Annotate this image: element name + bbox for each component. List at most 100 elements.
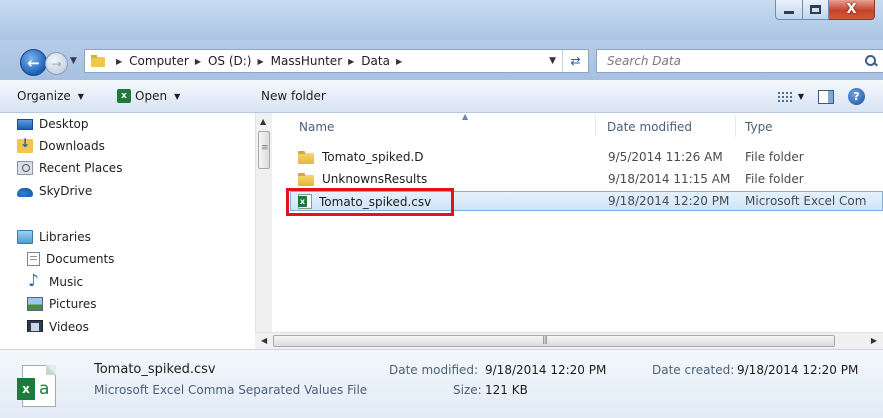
folder-icon [298,172,314,186]
nav-item-desktop[interactable]: Desktop [17,115,89,133]
libraries-icon [17,230,33,244]
file-row[interactable]: Tomato_spiked.D 9/5/2014 11:26 AM File f… [290,147,883,167]
breadcrumb: ▶ Computer ▶ OS (D:) ▶ MassHunter ▶ Data… [110,54,409,68]
details-created-label: Date created: [652,363,735,377]
scrollbar-thumb[interactable] [258,131,270,169]
back-button[interactable]: ← [20,49,47,76]
details-created-value: 9/18/2014 12:20 PM [737,363,859,377]
new-folder-button[interactable]: New folder [261,89,326,103]
forward-arrow-icon: → [51,56,62,71]
details-file-name: Tomato_spiked.csv [94,362,216,377]
excel-file-icon: x a [17,365,56,407]
file-list: Name ▲ Date modified Type Tomato_spiked.… [272,113,883,349]
title-bar: X [0,0,883,40]
forward-button[interactable]: → [45,52,68,75]
nav-item-pictures[interactable]: Pictures [27,295,97,313]
chevron-down-icon: ▼ [797,92,804,101]
back-arrow-icon: ← [27,53,40,72]
minimize-icon [784,11,794,14]
details-pane: x a Tomato_spiked.csv Microsoft Excel Co… [0,349,883,418]
documents-icon [27,252,40,266]
details-modified-value: 9/18/2014 12:20 PM [485,363,607,377]
refresh-icon: ⇄ [570,54,581,68]
details-modified-label: Date modified: [389,363,479,377]
scrollbar-thumb[interactable] [273,335,835,347]
annotation-highlight-box [286,188,454,216]
address-history-dropdown-icon[interactable]: ▼ [549,56,556,66]
nav-item-label: SkyDrive [39,184,93,198]
nav-item-label: Desktop [39,117,89,131]
downloads-icon [17,136,33,153]
window-controls: X [775,0,875,20]
search-box[interactable] [596,49,883,73]
nav-item-skydrive[interactable]: SkyDrive [17,182,92,200]
open-button[interactable]: x Open ▼ [117,89,180,103]
file-row[interactable]: UnknownsResults 9/18/2014 11:15 AM File … [290,169,883,189]
address-bar[interactable]: ▶ Computer ▶ OS (D:) ▶ MassHunter ▶ Data… [84,49,589,73]
column-header-date[interactable]: Date modified [607,120,692,134]
change-view-button[interactable]: ▼ [777,91,804,102]
breadcrumb-chevron-icon[interactable]: ▶ [116,57,122,66]
nav-item-music[interactable]: Music [27,271,84,291]
breadcrumb-os-drive[interactable]: OS (D:) [208,54,252,68]
breadcrumb-chevron-icon[interactable]: ▶ [348,57,354,66]
column-header-type[interactable]: Type [745,120,773,134]
recent-pages-dropdown[interactable]: ▼ [70,56,77,66]
column-headers: Name ▲ Date modified Type [272,113,883,140]
organize-label: Organize [17,89,71,103]
nav-item-label: Documents [46,252,115,266]
organize-button[interactable]: Organize ▼ [17,89,84,103]
column-header-name[interactable]: Name [299,120,334,134]
nav-item-label: Downloads [39,139,105,153]
column-divider[interactable] [595,115,596,137]
file-type: Microsoft Excel Com [745,194,867,208]
help-icon[interactable]: ? [848,88,865,105]
command-bar: Organize ▼ x Open ▼ New folder ▼ ? [0,80,883,113]
breadcrumb-chevron-icon[interactable]: ▶ [396,57,402,66]
breadcrumb-data[interactable]: Data [361,54,390,68]
view-controls: ▼ ? [777,88,865,105]
excel-x-badge-icon: x [17,378,35,400]
breadcrumb-computer[interactable]: Computer [129,54,189,68]
file-name: UnknownsResults [322,172,428,186]
column-divider[interactable] [735,115,736,137]
nav-item-label: Libraries [39,230,91,244]
excel-a-glyph-icon: a [39,379,50,399]
file-type: File folder [745,172,804,186]
maximize-button[interactable] [803,0,829,20]
minimize-button[interactable] [775,0,803,20]
nav-item-documents[interactable]: Documents [27,250,114,268]
skydrive-icon [17,188,33,197]
desktop-icon [17,118,33,130]
nav-item-label: Music [49,275,84,289]
nav-item-label: Recent Places [39,161,123,175]
details-file-kind: Microsoft Excel Comma Separated Values F… [94,383,368,397]
close-button[interactable]: X [829,0,875,20]
refresh-button[interactable]: ⇄ [562,50,588,72]
views-icon [777,91,792,102]
scroll-right-icon[interactable]: ▶ [871,336,877,345]
breadcrumb-chevron-icon[interactable]: ▶ [258,57,264,66]
nav-item-libraries[interactable]: Libraries [17,228,91,246]
scroll-left-icon[interactable]: ◀ [261,336,267,345]
new-folder-label: New folder [261,89,326,103]
nav-item-recent-places[interactable]: Recent Places [17,159,122,177]
file-list-horizontal-scrollbar[interactable]: ◀ ▶ [255,332,883,349]
chevron-down-icon: ▼ [77,91,84,101]
nav-item-downloads[interactable]: Downloads [17,136,105,155]
breadcrumb-chevron-icon[interactable]: ▶ [195,57,201,66]
file-date: 9/18/2014 11:15 AM [608,172,731,186]
chevron-down-icon: ▼ [174,91,181,101]
preview-pane-icon[interactable] [818,89,834,104]
pictures-icon [27,297,43,311]
search-icon[interactable] [865,55,876,66]
maximize-icon [810,5,821,14]
scroll-up-icon[interactable]: ▲ [260,117,266,126]
excel-icon: x [117,89,131,103]
search-input[interactable] [607,54,847,68]
nav-vertical-scrollbar[interactable]: ▲ ▼ [255,113,272,349]
file-date: 9/5/2014 11:26 AM [608,150,723,164]
details-size-value: 121 KB [485,383,528,397]
folder-icon [91,55,105,67]
breadcrumb-masshunter[interactable]: MassHunter [271,54,342,68]
